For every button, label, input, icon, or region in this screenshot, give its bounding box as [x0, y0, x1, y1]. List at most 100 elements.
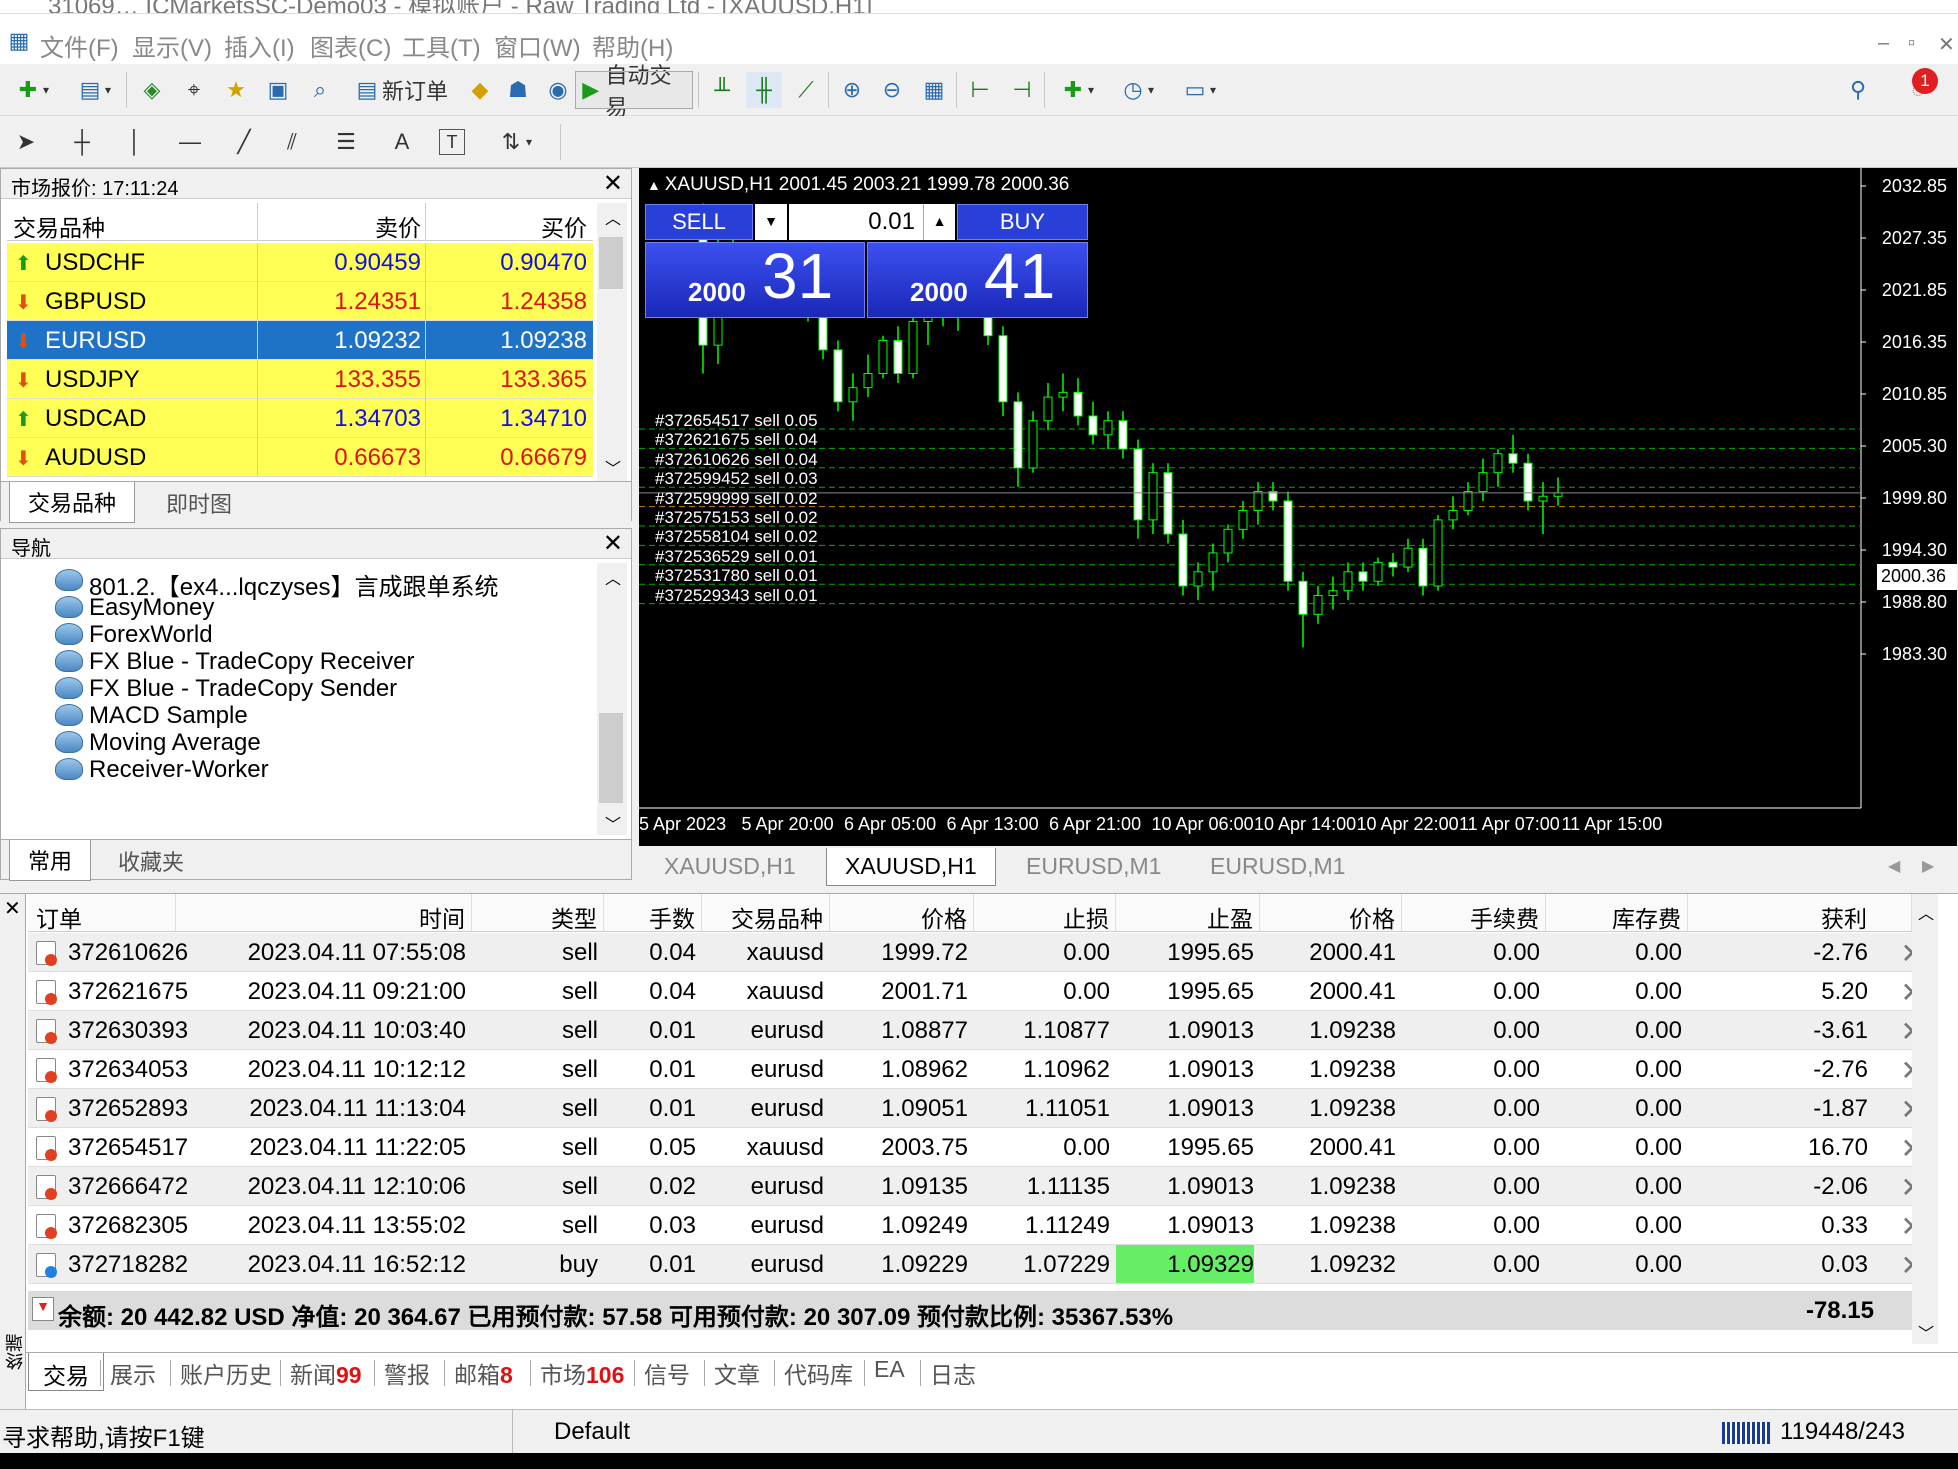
terminal-tab-11[interactable]: 日志 [930, 1356, 976, 1390]
column-header[interactable]: 获利 [1688, 894, 1912, 932]
text-label-button[interactable]: T [434, 124, 470, 160]
signals-button[interactable]: ◉ [540, 72, 576, 108]
menu-insert[interactable]: 插入(I) [224, 28, 295, 63]
order-row[interactable]: 372652893 2023.04.11 11:13:04 sell 0.01 euru… [28, 1089, 1938, 1128]
templates-button[interactable]: ▭ ▾ [1170, 72, 1226, 108]
terminal-tab-3[interactable]: 新闻99 [290, 1356, 362, 1390]
cursor-button[interactable]: ➤ [8, 124, 44, 160]
column-header[interactable]: 价格 [830, 894, 974, 932]
tab-scroll-left-icon[interactable]: ◀ [1888, 856, 1900, 876]
auto-scroll-button[interactable]: ⊢ [962, 72, 998, 108]
volume-up-button[interactable]: ▲ [923, 204, 955, 240]
line-chart-button[interactable]: ⟋ [788, 72, 824, 108]
terminal-tab-2[interactable]: 账户历史 [180, 1356, 272, 1390]
auto-trading-button[interactable]: ▶ 自动交易 [575, 63, 693, 120]
terminal-tab-6[interactable]: 市场106 [540, 1356, 624, 1390]
tab-symbols[interactable]: 交易品种 [9, 482, 136, 523]
horizontal-line-button[interactable]: — [172, 124, 208, 160]
terminal-tab-9[interactable]: 代码库 [784, 1356, 853, 1390]
zoom-out-button[interactable]: ⊖ [874, 72, 910, 108]
close-icon[interactable]: ✕ [4, 896, 21, 921]
tab-common[interactable]: 常用 [9, 840, 92, 881]
chart-tab-xauusd-h1-active[interactable]: XAUUSD,H1 [826, 848, 996, 886]
navigator-expert-item[interactable]: FX Blue - TradeCopy Receiver [55, 648, 414, 676]
menu-window[interactable]: 窗口(W) [494, 28, 581, 63]
terminal-tab-5[interactable]: 邮箱8 [454, 1356, 513, 1390]
buy-price-box[interactable]: 2000 41 [867, 240, 1088, 318]
terminal-tab-0[interactable]: 交易 [28, 1353, 104, 1391]
chart-tab-xauusd-h1[interactable]: XAUUSD,H1 [646, 848, 814, 886]
strategy-tester-button[interactable]: ⌕ [302, 72, 338, 108]
column-header[interactable]: 类型 [472, 894, 604, 932]
column-header[interactable]: 手数 [604, 894, 702, 932]
col-ask[interactable]: 买价 [541, 209, 587, 243]
zoom-in-button[interactable]: ⊕ [834, 72, 870, 108]
arrows-button[interactable]: ⇅ ▾ [488, 124, 540, 160]
scroll-up-icon[interactable]: ︿ [605, 205, 621, 229]
market-watch-scrollbar[interactable]: ︿ ﹀ [597, 203, 627, 483]
terminal-tab-10[interactable]: EA [874, 1356, 905, 1383]
data-window-button[interactable]: ⌖ [176, 72, 212, 108]
menu-file[interactable]: 文件(F) [40, 28, 119, 63]
terminal-scrollbar[interactable]: ︿ ﹀ [1912, 894, 1938, 1344]
volume-input[interactable]: 0.01 [789, 204, 923, 240]
equidistant-channel-button[interactable]: ⫽ [274, 124, 310, 160]
market-watch-row[interactable]: ⬇ AUDUSD 0.66673 0.66679 [7, 438, 593, 477]
market-watch-row[interactable]: ⬇ EURUSD 1.09232 1.09238 [7, 321, 593, 360]
text-button[interactable]: A [384, 124, 420, 160]
column-header[interactable]: 交易品种 [702, 894, 830, 932]
metaeditor-button[interactable]: ◆ [462, 72, 498, 108]
navigator-scrollbar[interactable]: ︿ ﹀ [597, 563, 627, 835]
order-row[interactable]: 372630393 2023.04.11 10:03:40 sell 0.01 euru… [28, 1011, 1938, 1050]
navigator-expert-item[interactable]: Moving Average [55, 729, 261, 757]
scroll-thumb[interactable] [599, 237, 623, 289]
menu-view[interactable]: 显示(V) [132, 28, 212, 63]
terminal-tab-8[interactable]: 文章 [714, 1356, 760, 1390]
indicators-button[interactable]: ✚ ▾ [1050, 72, 1102, 108]
new-order-button[interactable]: ▤ 新订单 [348, 72, 452, 108]
terminal-tab-4[interactable]: 警报 [384, 1356, 430, 1390]
buy-button[interactable]: BUY [957, 204, 1088, 240]
terminal-tab-1[interactable]: 展示 [110, 1356, 156, 1390]
bar-chart-button[interactable]: ╨ [704, 72, 740, 108]
terminal-button[interactable]: ▣ [260, 72, 296, 108]
mql5-community-button[interactable]: ☗ [500, 72, 536, 108]
profiles-button[interactable]: ▤ ▾ [66, 72, 120, 108]
market-watch-row[interactable]: ⬇ USDJPY 133.355 133.365 [7, 360, 593, 399]
order-row[interactable]: 372634053 2023.04.11 10:12:12 sell 0.01 euru… [28, 1050, 1938, 1089]
column-header[interactable]: 库存费 [1546, 894, 1688, 932]
column-header[interactable]: 价格 [1260, 894, 1402, 932]
periods-button[interactable]: ◷ ▾ [1110, 72, 1162, 108]
tab-favorites[interactable]: 收藏夹 [99, 840, 203, 882]
chart-shift-button[interactable]: ⊣ [1004, 72, 1040, 108]
col-bid[interactable]: 卖价 [375, 209, 421, 243]
navigator-expert-item[interactable]: ForexWorld [55, 621, 213, 649]
market-watch-row[interactable]: ⬇ GBPUSD 1.24351 1.24358 [7, 282, 593, 321]
column-header[interactable]: 时间 [176, 894, 472, 932]
column-header[interactable]: 手续费 [1402, 894, 1546, 932]
close-icon[interactable]: ✕ [603, 529, 623, 558]
close-icon[interactable]: ✕ [603, 169, 623, 198]
market-watch-row[interactable]: ⬆ USDCAD 1.34703 1.34710 [7, 399, 593, 438]
col-symbol[interactable]: 交易品种 [13, 209, 105, 243]
market-watch-row[interactable]: ⬆ USDCHF 0.90459 0.90470 [7, 243, 593, 282]
tile-windows-button[interactable]: ▦ [916, 72, 952, 108]
sell-price-box[interactable]: 2000 31 [645, 240, 865, 318]
scroll-up-icon[interactable]: ︿ [1918, 900, 1934, 924]
sell-button[interactable]: SELL [645, 204, 753, 240]
navigator-expert-item[interactable]: Receiver-Worker [55, 756, 269, 784]
volume-down-button[interactable]: ▼ [755, 204, 787, 240]
order-row[interactable]: 372621675 2023.04.11 09:21:00 sell 0.04 xauu… [28, 972, 1938, 1011]
new-chart-button[interactable]: ✚ ▾ [6, 72, 56, 108]
order-row[interactable]: 372666472 2023.04.11 12:10:06 sell 0.02 euru… [28, 1167, 1938, 1206]
tab-tick-chart[interactable]: 即时图 [147, 482, 251, 524]
tab-scroll-right-icon[interactable]: ▶ [1922, 856, 1934, 876]
navigator-expert-item[interactable]: EasyMoney [55, 594, 214, 622]
column-header[interactable]: 止损 [974, 894, 1116, 932]
restore-child-icon[interactable]: ▫ [1908, 32, 1915, 55]
fibonacci-button[interactable]: ☰ [328, 124, 364, 160]
scroll-up-icon[interactable]: ︿ [605, 565, 621, 589]
crosshair-button[interactable]: ┼ [64, 124, 100, 160]
terminal-tab-7[interactable]: 信号 [644, 1356, 690, 1390]
order-row[interactable]: 372654517 2023.04.11 11:22:05 sell 0.05 xauu… [28, 1128, 1938, 1167]
